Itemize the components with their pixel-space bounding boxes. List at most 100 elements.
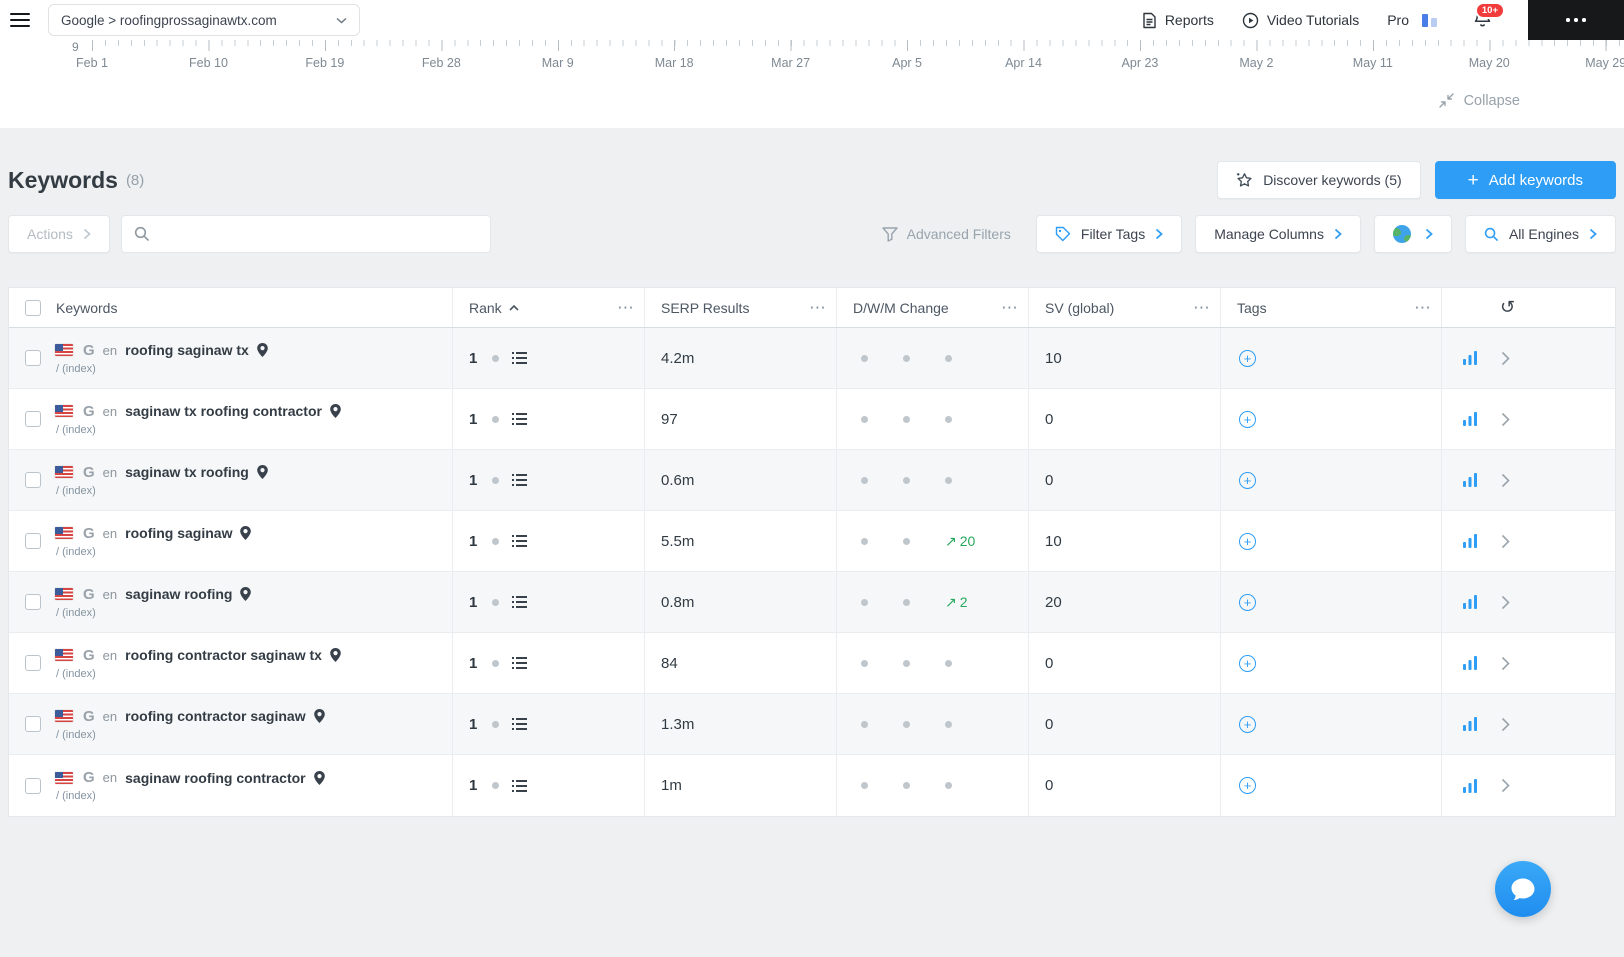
row-checkbox[interactable] bbox=[25, 655, 41, 671]
add-tag-button[interactable]: + bbox=[1239, 715, 1256, 733]
keyword-text[interactable]: saginaw roofing contractor bbox=[125, 770, 305, 786]
row-checkbox[interactable] bbox=[25, 594, 41, 610]
serp-preview-icon[interactable] bbox=[512, 413, 528, 425]
row-checkbox[interactable] bbox=[25, 350, 41, 366]
keyword-url-link[interactable]: / (index) bbox=[56, 363, 268, 375]
table-row[interactable]: G en roofing saginaw tx / (index) 1 4.2m… bbox=[9, 328, 1615, 389]
column-menu-icon[interactable]: ⋯ bbox=[1001, 298, 1018, 318]
usage-meter-icon[interactable] bbox=[1421, 13, 1439, 28]
row-expand-chevron[interactable] bbox=[1501, 717, 1510, 732]
keyword-text[interactable]: roofing contractor saginaw tx bbox=[125, 647, 322, 663]
row-checkbox[interactable] bbox=[25, 472, 41, 488]
row-checkbox[interactable] bbox=[25, 533, 41, 549]
column-menu-icon[interactable]: ⋯ bbox=[617, 298, 634, 318]
serp-preview-icon[interactable] bbox=[512, 718, 528, 730]
hamburger-menu-icon[interactable] bbox=[10, 12, 30, 28]
add-tag-button[interactable]: + bbox=[1239, 410, 1256, 428]
dwm-column-label[interactable]: D/W/M Change bbox=[853, 300, 949, 316]
add-tag-button[interactable]: + bbox=[1239, 349, 1256, 367]
notifications-bell-button[interactable]: 10+ bbox=[1473, 1, 1505, 33]
keyword-text[interactable]: saginaw roofing bbox=[125, 586, 232, 602]
keyword-url-link[interactable]: / (index) bbox=[56, 790, 325, 802]
keyword-text[interactable]: roofing saginaw bbox=[125, 525, 232, 541]
serp-preview-icon[interactable] bbox=[512, 657, 528, 669]
discover-keywords-button[interactable]: Discover keywords (5) bbox=[1217, 161, 1421, 199]
keyword-graph-icon[interactable] bbox=[1463, 717, 1477, 731]
keyword-url-link[interactable]: / (index) bbox=[56, 607, 251, 619]
column-header-rank[interactable]: Rank ⋯ bbox=[452, 288, 644, 327]
keyword-graph-icon[interactable] bbox=[1463, 656, 1477, 670]
serp-preview-icon[interactable] bbox=[512, 596, 528, 608]
row-expand-chevron[interactable] bbox=[1501, 778, 1510, 793]
collapse-chart-button[interactable]: Collapse bbox=[1438, 92, 1520, 109]
table-row[interactable]: G en saginaw roofing contractor / (index… bbox=[9, 755, 1615, 816]
add-tag-button[interactable]: + bbox=[1239, 593, 1256, 611]
keyword-graph-icon[interactable] bbox=[1463, 473, 1477, 487]
add-keywords-button[interactable]: + Add keywords bbox=[1434, 161, 1616, 199]
sv-column-label[interactable]: SV (global) bbox=[1045, 300, 1114, 316]
overflow-menu-button[interactable] bbox=[1528, 0, 1624, 40]
column-menu-icon[interactable]: ⋯ bbox=[1414, 298, 1431, 318]
keyword-url-link[interactable]: / (index) bbox=[56, 546, 251, 558]
serp-column-label[interactable]: SERP Results bbox=[661, 300, 749, 316]
keywords-column-label[interactable]: Keywords bbox=[56, 300, 117, 316]
add-tag-button[interactable]: + bbox=[1239, 777, 1256, 794]
keyword-text[interactable]: roofing contractor saginaw bbox=[125, 708, 305, 724]
keyword-url-link[interactable]: / (index) bbox=[56, 729, 325, 741]
manage-columns-button[interactable]: Manage Columns bbox=[1195, 215, 1361, 253]
table-row[interactable]: G en saginaw roofing / (index) 1 0.8m ↗ 2… bbox=[9, 572, 1615, 633]
keyword-url-link[interactable]: / (index) bbox=[56, 485, 268, 497]
advanced-filters-button[interactable]: Advanced Filters bbox=[881, 226, 1011, 242]
rank-column-label[interactable]: Rank bbox=[469, 300, 502, 316]
keyword-text[interactable]: saginaw tx roofing contractor bbox=[125, 403, 322, 419]
table-row[interactable]: G en roofing contractor saginaw / (index… bbox=[9, 694, 1615, 755]
reports-button[interactable]: Reports bbox=[1142, 12, 1214, 29]
select-all-checkbox[interactable] bbox=[25, 299, 41, 316]
row-expand-chevron[interactable] bbox=[1501, 351, 1510, 366]
search-input[interactable] bbox=[157, 225, 478, 243]
keyword-graph-icon[interactable] bbox=[1463, 412, 1477, 426]
row-expand-chevron[interactable] bbox=[1501, 595, 1510, 610]
column-header-dwm-change[interactable]: D/W/M Change ⋯ bbox=[836, 288, 1028, 327]
serp-preview-icon[interactable] bbox=[512, 352, 528, 364]
column-header-serp-results[interactable]: SERP Results ⋯ bbox=[644, 288, 836, 327]
keyword-text[interactable]: saginaw tx roofing bbox=[125, 464, 249, 480]
all-engines-button[interactable]: All Engines bbox=[1464, 215, 1616, 253]
keyword-graph-icon[interactable] bbox=[1463, 595, 1477, 609]
actions-dropdown-button[interactable]: Actions bbox=[8, 215, 110, 253]
row-expand-chevron[interactable] bbox=[1501, 412, 1510, 427]
tags-column-label[interactable]: Tags bbox=[1237, 300, 1267, 316]
row-checkbox[interactable] bbox=[25, 411, 41, 427]
locale-selector-button[interactable] bbox=[1373, 215, 1452, 253]
serp-preview-icon[interactable] bbox=[512, 474, 528, 486]
keyword-url-link[interactable]: / (index) bbox=[56, 424, 341, 436]
add-tag-button[interactable]: + bbox=[1239, 471, 1256, 489]
keyword-graph-icon[interactable] bbox=[1463, 351, 1477, 365]
project-selector-dropdown[interactable]: Google > roofingprossaginawtx.com bbox=[48, 4, 360, 36]
column-menu-icon[interactable]: ⋯ bbox=[1193, 298, 1210, 318]
add-tag-button[interactable]: + bbox=[1239, 532, 1256, 550]
add-tag-button[interactable]: + bbox=[1239, 654, 1256, 672]
column-header-tags[interactable]: Tags ⋯ bbox=[1220, 288, 1441, 327]
chat-launcher-button[interactable] bbox=[1495, 861, 1551, 917]
video-tutorials-button[interactable]: Video Tutorials bbox=[1242, 12, 1359, 29]
serp-preview-icon[interactable] bbox=[512, 535, 528, 547]
table-row[interactable]: G en saginaw tx roofing contractor / (in… bbox=[9, 389, 1615, 450]
column-header-sv-global[interactable]: SV (global) ⋯ bbox=[1028, 288, 1220, 327]
row-expand-chevron[interactable] bbox=[1501, 534, 1510, 549]
keyword-graph-icon[interactable] bbox=[1463, 534, 1477, 548]
keyword-graph-icon[interactable] bbox=[1463, 778, 1477, 793]
keyword-search-box[interactable] bbox=[120, 215, 491, 253]
row-checkbox[interactable] bbox=[25, 716, 41, 732]
row-expand-chevron[interactable] bbox=[1501, 656, 1510, 671]
column-menu-icon[interactable]: ⋯ bbox=[809, 298, 826, 318]
filter-tags-button[interactable]: Filter Tags bbox=[1035, 215, 1183, 253]
table-row[interactable]: G en roofing contractor saginaw tx / (in… bbox=[9, 633, 1615, 694]
keyword-text[interactable]: roofing saginaw tx bbox=[125, 342, 249, 358]
serp-preview-icon[interactable] bbox=[512, 779, 528, 792]
table-row[interactable]: G en saginaw tx roofing / (index) 1 0.6m… bbox=[9, 450, 1615, 511]
reset-sort-icon[interactable]: ↺ bbox=[1500, 297, 1515, 318]
row-checkbox[interactable] bbox=[25, 777, 41, 794]
row-expand-chevron[interactable] bbox=[1501, 473, 1510, 488]
keyword-url-link[interactable]: / (index) bbox=[56, 668, 341, 680]
